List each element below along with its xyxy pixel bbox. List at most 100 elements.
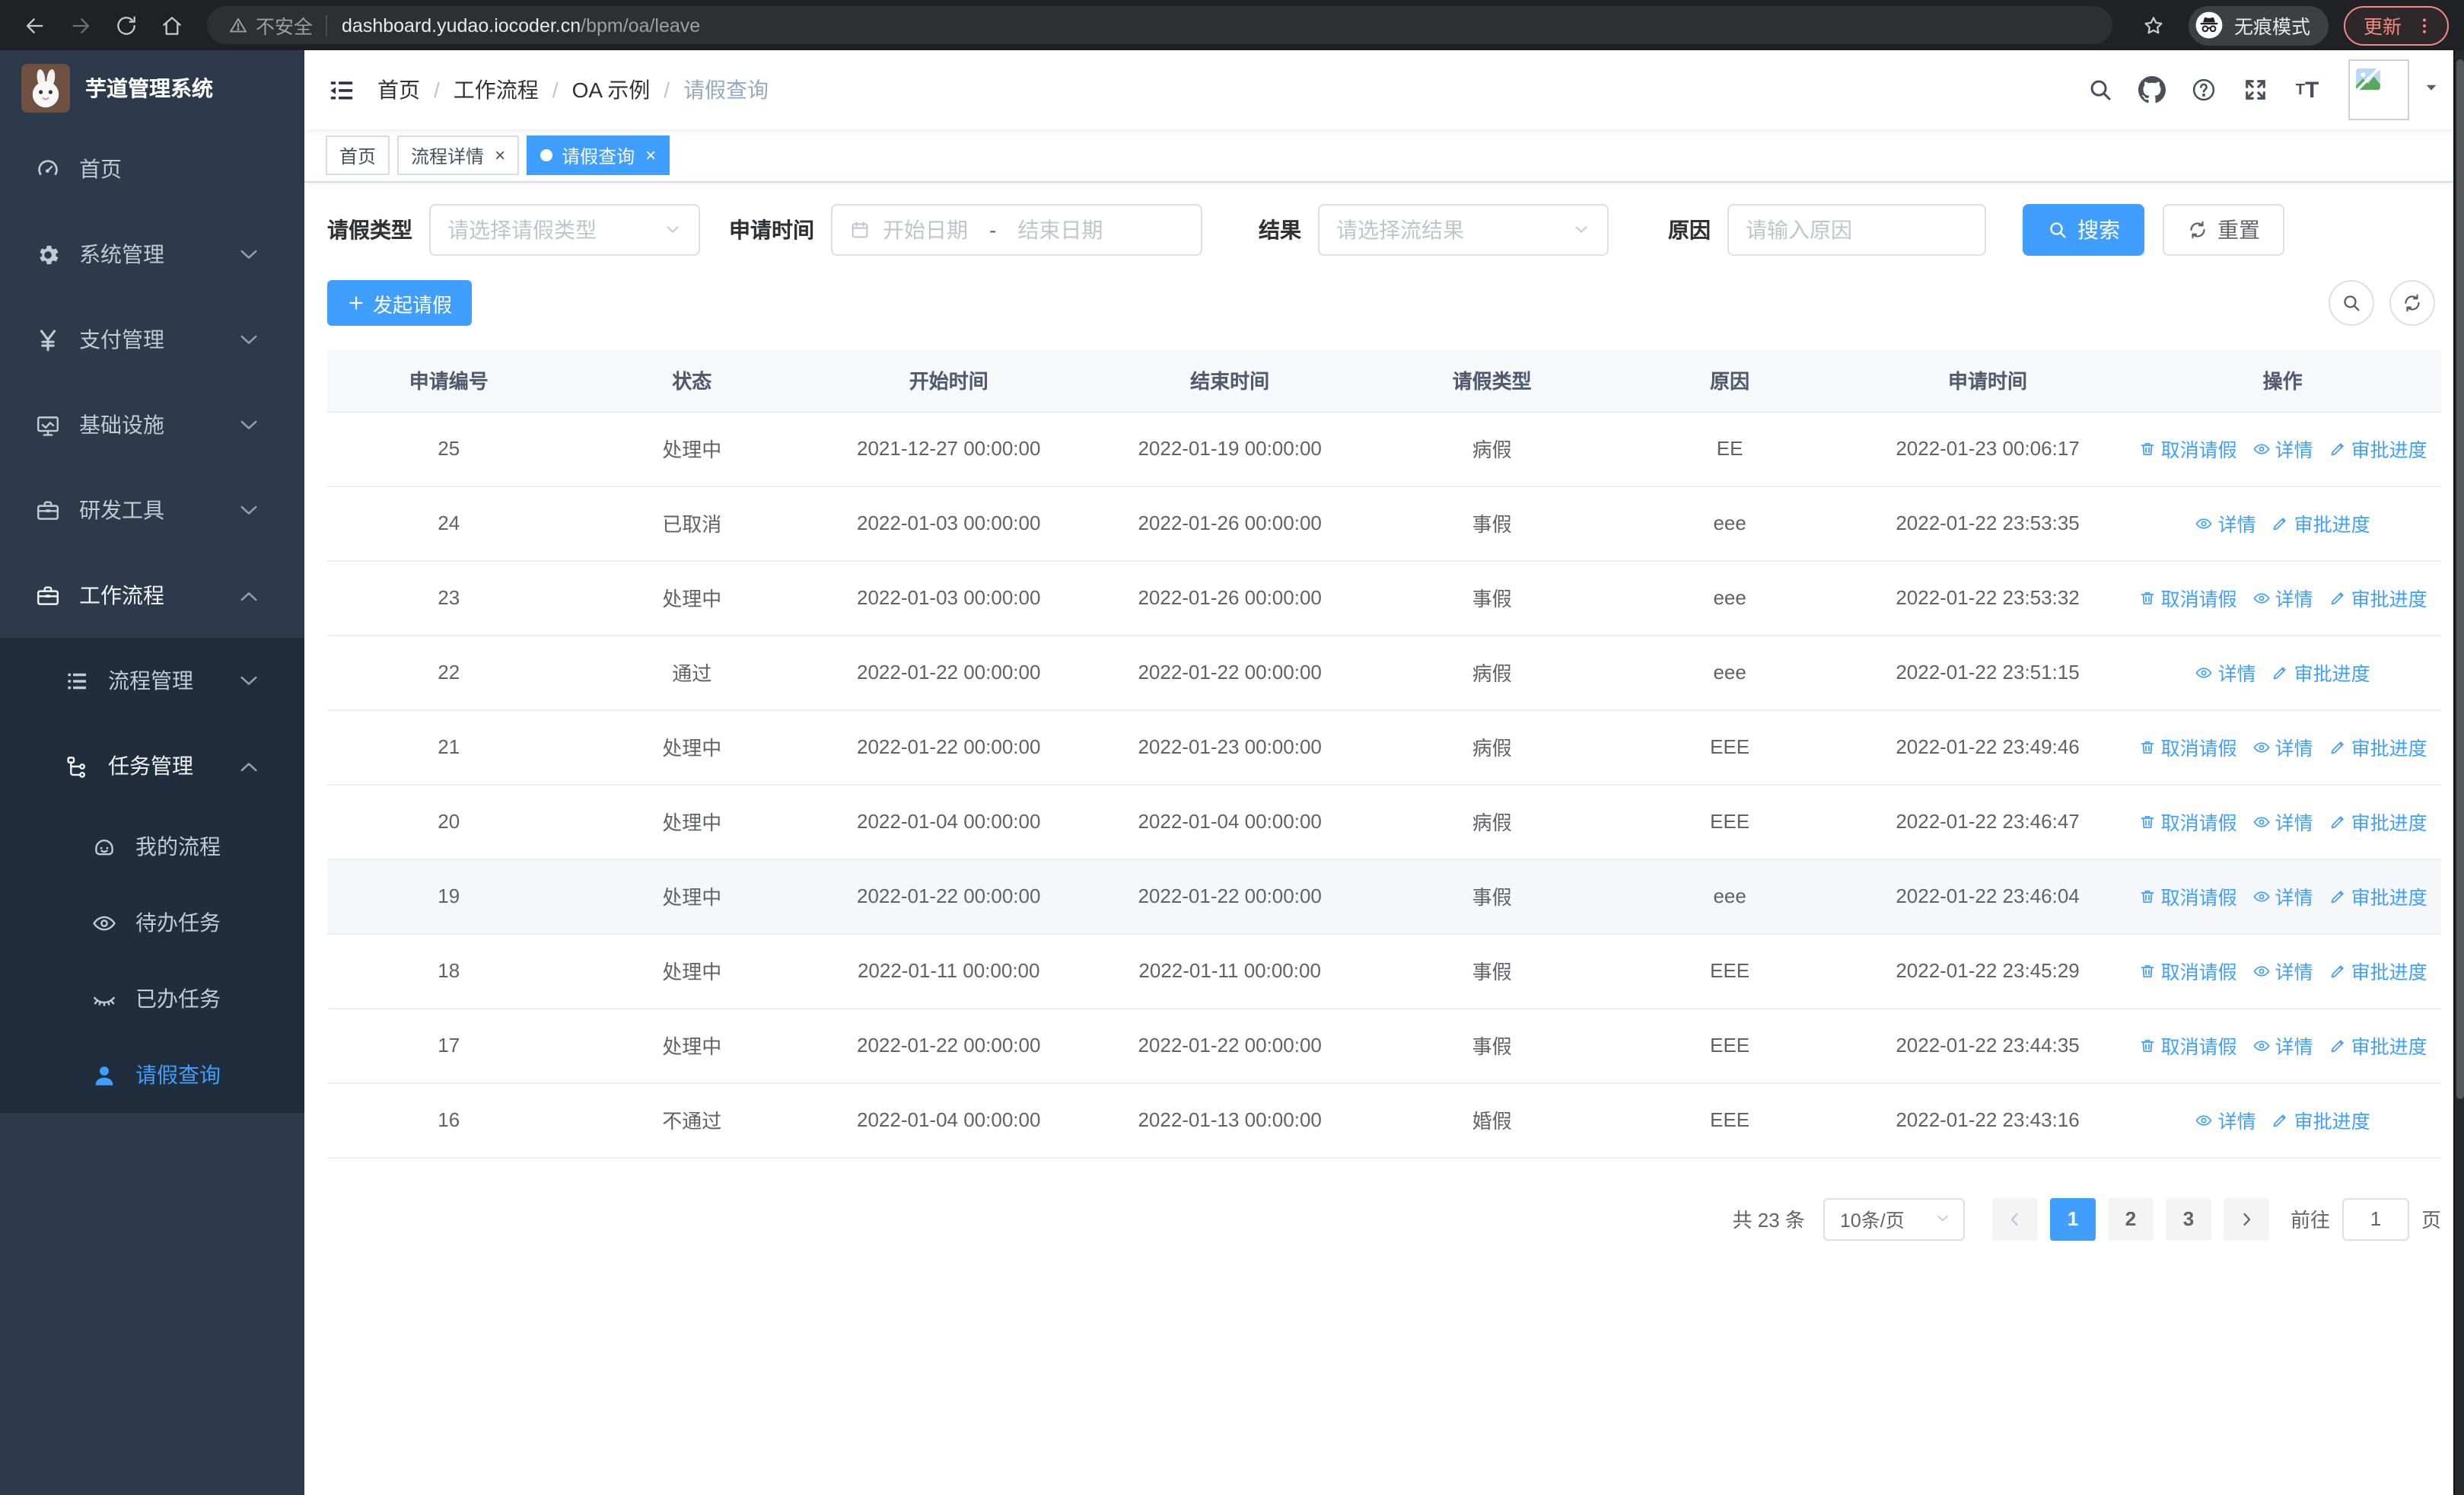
sidebar-item-system-management[interactable]: 系统管理 [0,212,304,297]
update-button[interactable]: 更新 [2343,5,2449,45]
submenu-task-management: 我的流程 待办任务 已办任务 请假查询 [0,808,304,1113]
row-action-detail[interactable]: 详情 [2252,434,2313,463]
apply-time-range-picker[interactable]: 开始日期 - 结束日期 [831,204,1202,256]
pen-icon [2329,738,2347,756]
row-action-detail[interactable]: 详情 [2252,881,2313,910]
row-action-detail[interactable]: 详情 [2195,508,2256,537]
tab-首页[interactable]: 首页 [326,135,390,175]
tab-close-icon[interactable]: × [645,146,656,164]
row-action-progress[interactable]: 审批进度 [2329,807,2427,836]
toggle-search-button[interactable] [2329,280,2374,326]
breadcrumb-item[interactable]: 首页 [377,75,420,105]
sidebar-item-done-tasks[interactable]: 已办任务 [0,961,304,1037]
row-action-cancel[interactable]: 取消请假 [2138,881,2237,910]
row-action-progress[interactable]: 审批进度 [2329,434,2427,463]
prev-page-button[interactable] [1991,1197,2038,1240]
table-row[interactable]: 20 处理中 2022-01-04 00:00:00 2022-01-04 00:00… [327,784,2441,859]
sidebar-item-process-management[interactable]: 流程管理 [0,638,304,723]
search-button[interactable]: 搜索 [2023,204,2144,256]
sidebar-item-leave-query[interactable]: 请假查询 [0,1037,304,1113]
fullscreen-icon[interactable] [2230,64,2281,116]
row-action-progress[interactable]: 审批进度 [2271,1105,2370,1134]
table-row[interactable]: 17 处理中 2022-01-22 00:00:00 2022-01-22 00:00… [327,1008,2441,1083]
row-action-progress[interactable]: 审批进度 [2271,658,2370,687]
avatar-caret-icon[interactable] [2423,76,2440,104]
row-action-progress[interactable]: 审批进度 [2329,881,2427,910]
table-row[interactable]: 24 已取消 2022-01-03 00:00:00 2022-01-26 00:00… [327,486,2441,561]
sidebar-item-infrastructure[interactable]: 基础设施 [0,382,304,467]
forward-icon[interactable] [61,5,100,45]
row-action-cancel[interactable]: 取消请假 [2138,732,2237,761]
scrollbar[interactable] [2453,50,2464,1495]
sidebar-item-todo-tasks[interactable]: 待办任务 [0,885,304,961]
row-action-detail[interactable]: 详情 [2195,1105,2256,1134]
next-page-button[interactable] [2223,1197,2269,1240]
row-action-progress[interactable]: 审批进度 [2329,956,2427,985]
row-action-detail[interactable]: 详情 [2252,807,2313,836]
avatar[interactable] [2348,59,2409,120]
reload-icon[interactable] [107,5,146,45]
row-action-detail[interactable]: 详情 [2252,1031,2313,1060]
create-leave-button[interactable]: 发起请假 [327,280,473,326]
breadcrumb-item[interactable]: 工作流程 [454,75,539,105]
page-button-2[interactable]: 2 [2107,1197,2154,1240]
row-action-cancel[interactable]: 取消请假 [2138,583,2237,612]
result-select[interactable]: 请选择流结果 [1318,204,1609,256]
leave-type-select[interactable]: 请选择请假类型 [429,204,700,256]
sidebar-item-payment-management[interactable]: 支付管理 [0,297,304,382]
refresh-table-button[interactable] [2389,280,2435,326]
row-action-progress[interactable]: 审批进度 [2329,732,2427,761]
row-action-detail[interactable]: 详情 [2252,583,2313,612]
app-logo[interactable]: 芋道管理系统 [0,50,304,126]
tab-流程详情[interactable]: 流程详情 × [397,135,520,175]
kebab-menu-icon[interactable] [2414,14,2435,36]
row-action-cancel[interactable]: 取消请假 [2138,434,2237,463]
sidebar-item-my-process[interactable]: 我的流程 [0,808,304,885]
goto-page-input[interactable] [2341,1197,2409,1240]
bookmark-star-icon[interactable] [2134,5,2173,45]
cell-id: 20 [327,784,571,859]
action-label: 审批进度 [2294,515,2370,536]
row-action-detail[interactable]: 详情 [2252,732,2313,761]
row-action-progress[interactable]: 审批进度 [2329,583,2427,612]
sidebar-menu: 首页 系统管理 支付管理 基础设施 研发工具 工作流程 流程管理 任务管理 我的流程 待办任务 已办… [0,126,304,1113]
table-row[interactable]: 22 通过 2022-01-22 00:00:00 2022-01-22 00:00:… [327,635,2441,710]
font-size-icon[interactable]: TT [2281,64,2333,116]
table-row[interactable]: 16 不通过 2022-01-04 00:00:00 2022-01-13 00:00… [327,1082,2441,1158]
address-bar[interactable]: 不安全 dashboard.yudao.iocoder.cn/bpm/oa/le… [207,6,2112,44]
reset-button-label: 重置 [2217,218,2260,242]
tab-请假查询[interactable]: 请假查询 × [527,135,670,175]
home-icon[interactable] [152,5,192,45]
page-button-3[interactable]: 3 [2165,1197,2211,1240]
row-action-cancel[interactable]: 取消请假 [2138,956,2237,985]
row-action-cancel[interactable]: 取消请假 [2138,807,2237,836]
sidebar-item-dev-tools[interactable]: 研发工具 [0,467,304,553]
table-row[interactable]: 18 处理中 2022-01-11 00:00:00 2022-01-11 00:00… [327,933,2441,1009]
row-action-progress[interactable]: 审批进度 [2271,508,2370,537]
back-icon[interactable] [15,5,55,45]
sidebar-item-task-management[interactable]: 任务管理 [0,723,304,808]
table-row[interactable]: 19 处理中 2022-01-22 00:00:00 2022-01-22 00:00… [327,859,2441,934]
breadcrumb-item[interactable]: OA 示例 [572,75,651,105]
row-action-cancel[interactable]: 取消请假 [2138,1031,2237,1060]
reset-button[interactable]: 重置 [2163,204,2284,256]
reason-input[interactable]: 请输入原因 [1727,204,1986,256]
hamburger-icon[interactable] [304,50,377,129]
sidebar-item-home[interactable]: 首页 [0,126,304,212]
scrollbar-thumb[interactable] [2456,59,2464,1100]
table-row[interactable]: 25 处理中 2021-12-27 00:00:00 2022-01-19 00:00… [327,411,2441,486]
table-row[interactable]: 23 处理中 2022-01-03 00:00:00 2022-01-26 00:00… [327,560,2441,636]
row-action-detail[interactable]: 详情 [2252,956,2313,985]
row-action-detail[interactable]: 详情 [2195,658,2256,687]
page-button-1[interactable]: 1 [2049,1197,2096,1240]
table-row[interactable]: 21 处理中 2022-01-22 00:00:00 2022-01-23 00:00… [327,709,2441,785]
action-label: 取消请假 [2160,1037,2237,1058]
sidebar-item-workflow[interactable]: 工作流程 [0,553,304,638]
help-icon[interactable] [2178,64,2230,116]
tab-close-icon[interactable]: × [495,146,505,164]
search-icon[interactable] [2074,64,2126,116]
row-action-progress[interactable]: 审批进度 [2329,1031,2427,1060]
page-size-select[interactable]: 10条/页 [1823,1197,1965,1240]
pen-icon [2329,812,2347,830]
github-icon[interactable] [2126,64,2178,116]
